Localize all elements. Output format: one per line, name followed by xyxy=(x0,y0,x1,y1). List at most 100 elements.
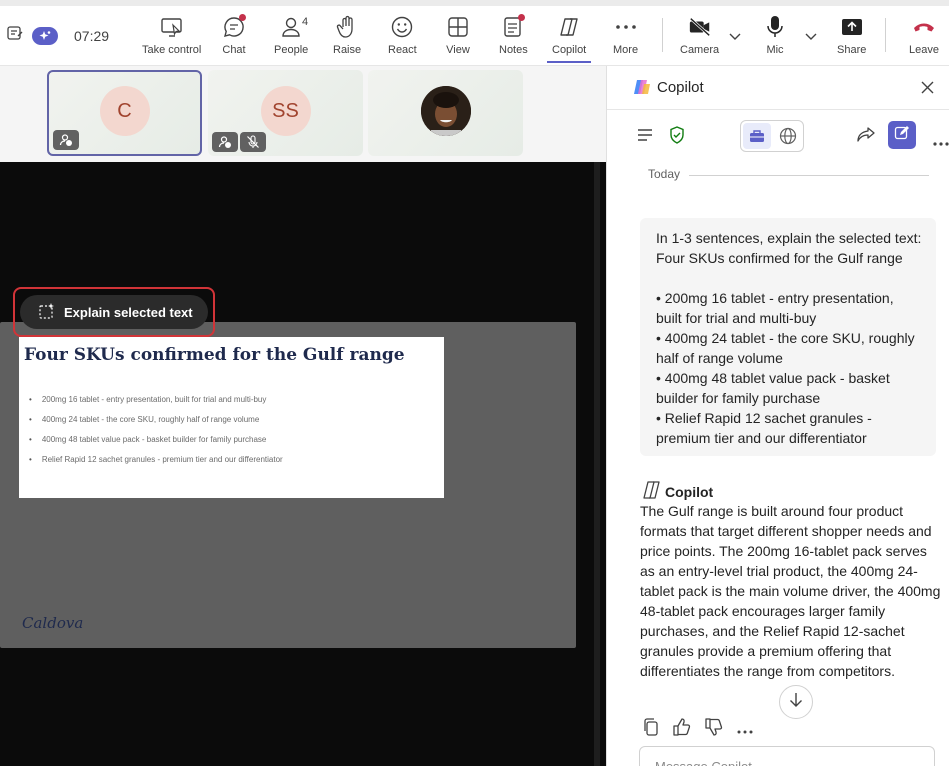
notes-icon xyxy=(501,14,526,40)
message-line: • 400mg 48 tablet value pack - basket xyxy=(656,370,890,386)
message-input[interactable]: Message Copilot xyxy=(639,746,935,766)
scroll-to-bottom-button[interactable] xyxy=(779,685,813,719)
share-label: Share xyxy=(837,44,867,56)
chat-button[interactable]: Chat xyxy=(222,14,246,56)
explain-label: Explain selected text xyxy=(64,304,193,320)
tile-status xyxy=(212,132,266,152)
participant-tile[interactable]: C xyxy=(47,70,202,156)
avatar: C xyxy=(99,86,150,136)
people-count: 4 xyxy=(302,16,309,28)
microphone-icon xyxy=(763,14,787,40)
participant-tile[interactable]: SS xyxy=(208,70,363,156)
take-control-label: Take control xyxy=(142,44,202,56)
message-line: premium tier and our differentiator xyxy=(656,430,867,446)
message-line: built for trial and multi-buy xyxy=(656,310,817,326)
slide-bullet: 400mg 24 tablet - the core SKU, roughly … xyxy=(29,415,283,435)
leave-label: Leave xyxy=(909,44,939,56)
camera-label: Camera xyxy=(680,44,720,56)
hang-up-icon xyxy=(912,14,936,40)
raise-hand-icon xyxy=(335,14,359,40)
divider-line xyxy=(689,175,929,176)
message-line: • 400mg 24 tablet - the core SKU, roughl… xyxy=(656,330,915,346)
shield-check-icon[interactable] xyxy=(669,126,685,149)
more-label: More xyxy=(613,44,639,56)
responder-name: Copilot xyxy=(665,483,714,500)
take-control-icon xyxy=(160,14,184,40)
camera-off-icon xyxy=(688,14,712,40)
message-line: Four SKUs confirmed for the Gulf range xyxy=(656,250,903,266)
copilot-answer: The Gulf range is built around four prod… xyxy=(640,503,941,679)
chat-label: Chat xyxy=(222,44,246,56)
copilot-icon xyxy=(557,14,581,40)
globe-icon[interactable] xyxy=(779,127,797,150)
organizer-icon xyxy=(53,130,79,150)
meeting-notes-icon[interactable] xyxy=(6,24,24,47)
slide-bullets: 200mg 16 tablet - entry presentation, bu… xyxy=(29,395,283,475)
copilot-toolbar xyxy=(607,118,949,154)
title-strip xyxy=(0,0,949,6)
copilot-sparkle-icon[interactable] xyxy=(32,26,58,45)
more-options-icon[interactable] xyxy=(737,721,753,739)
raise-label: Raise xyxy=(333,44,362,56)
more-options-icon[interactable] xyxy=(933,133,949,151)
message-line: • 200mg 16 tablet - entry presentation, xyxy=(656,290,894,306)
copilot-icon xyxy=(641,480,663,503)
mic-muted-icon xyxy=(240,132,266,152)
more-button[interactable]: More xyxy=(613,14,638,56)
people-icon: 4 xyxy=(274,14,308,40)
stage-scrollbar[interactable] xyxy=(594,162,600,766)
copilot-button[interactable]: Copilot xyxy=(547,14,592,63)
message-line xyxy=(656,268,920,288)
copy-icon[interactable] xyxy=(643,718,659,741)
people-button[interactable]: 4 People xyxy=(274,14,308,56)
copilot-response-header: Copilot xyxy=(641,480,713,503)
avatar-photo xyxy=(420,86,471,136)
slide-bullet: Relief Rapid 12 sachet granules - premiu… xyxy=(29,455,283,475)
teams-meeting-window: 07:29 Take control Chat 4 People Raise R… xyxy=(0,0,949,766)
menu-icon[interactable] xyxy=(637,128,653,147)
react-button[interactable]: React xyxy=(388,14,417,56)
copilot-header: Copilot xyxy=(607,66,949,110)
notes-button[interactable]: Notes xyxy=(499,14,528,56)
grid-view-icon xyxy=(446,14,470,40)
close-icon[interactable] xyxy=(921,81,934,99)
people-label: People xyxy=(274,44,309,56)
thumbs-up-icon[interactable] xyxy=(673,718,691,741)
message-line: In 1-3 sentences, explain the selected t… xyxy=(656,230,922,246)
slide-bullet: 200mg 16 tablet - entry presentation, bu… xyxy=(29,395,283,415)
chat-unread-dot xyxy=(239,14,246,21)
message-line: half of range volume xyxy=(656,350,783,366)
organizer-icon xyxy=(212,132,238,152)
explain-highlight: Explain selected text xyxy=(13,287,215,337)
explain-selected-text-button[interactable]: Explain selected text xyxy=(20,295,208,329)
leave-button[interactable]: Leave xyxy=(909,14,939,56)
mic-options-chevron-icon[interactable] xyxy=(805,28,817,46)
work-web-toggle[interactable] xyxy=(740,120,804,152)
mic-button[interactable]: Mic xyxy=(763,14,787,56)
raise-hand-button[interactable]: Raise xyxy=(333,14,361,56)
message-line: • Relief Rapid 12 sachet granules - xyxy=(656,410,872,426)
user-message: In 1-3 sentences, explain the selected t… xyxy=(640,218,936,456)
mic-label: Mic xyxy=(766,44,784,56)
view-button[interactable]: View xyxy=(446,14,470,56)
participant-tile[interactable] xyxy=(368,70,523,156)
response-actions xyxy=(643,718,753,741)
meeting-timer: 07:29 xyxy=(74,27,110,44)
new-chat-button[interactable] xyxy=(888,121,916,149)
shared-screen: Four SKUs confirmed for the Gulf range 2… xyxy=(0,162,606,766)
view-label: View xyxy=(446,44,470,56)
camera-options-chevron-icon[interactable] xyxy=(729,28,741,46)
slide-logo: Caldova xyxy=(22,614,84,632)
share-chat-icon[interactable] xyxy=(857,127,875,148)
briefcase-icon[interactable] xyxy=(743,123,771,149)
thumbs-down-icon[interactable] xyxy=(705,718,723,741)
copilot-logo-icon xyxy=(633,78,651,101)
slide-content: Four SKUs confirmed for the Gulf range 2… xyxy=(19,337,444,498)
tile-status xyxy=(53,130,79,150)
take-control-button[interactable]: Take control xyxy=(142,14,201,56)
share-button[interactable]: Share xyxy=(837,14,866,56)
camera-button[interactable]: Camera xyxy=(680,14,719,56)
more-icon xyxy=(614,14,638,40)
arrow-down-icon xyxy=(789,692,803,713)
toolbar-left: 07:29 xyxy=(6,24,109,47)
